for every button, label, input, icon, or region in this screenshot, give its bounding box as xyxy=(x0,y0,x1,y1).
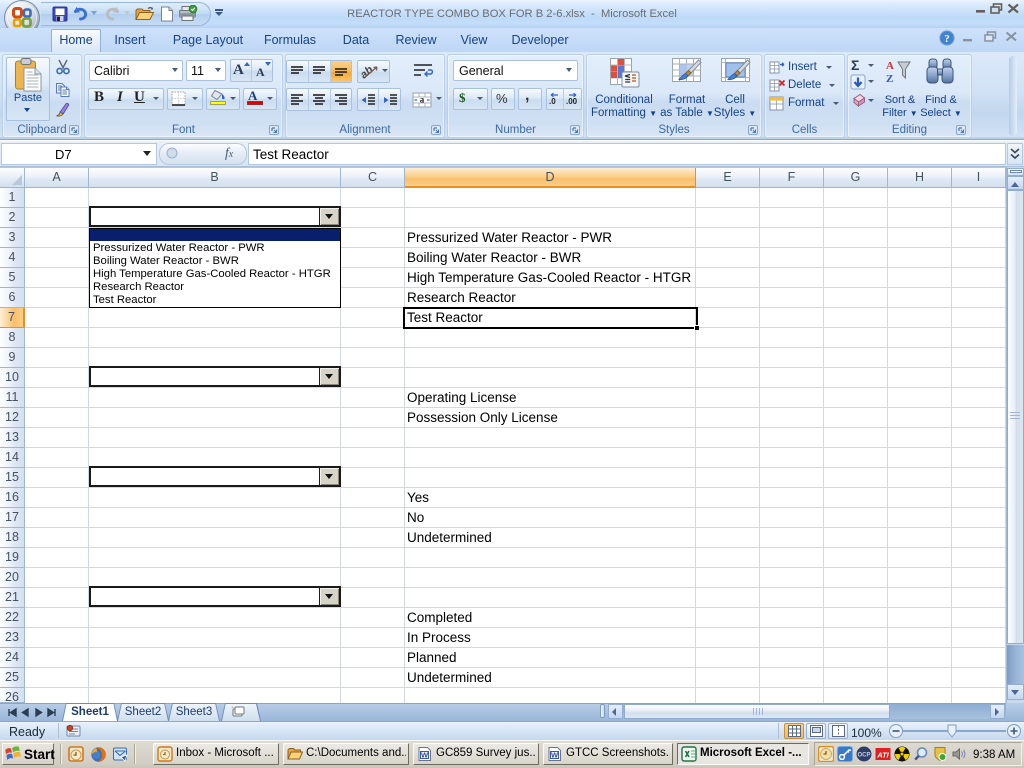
svg-text:.0: .0 xyxy=(549,97,556,106)
svg-text:A: A xyxy=(886,60,894,72)
svg-text:a: a xyxy=(420,95,425,105)
svg-text:Z: Z xyxy=(886,73,893,85)
svg-text:W: W xyxy=(421,751,429,760)
svg-text:OCP: OCP xyxy=(857,753,870,759)
svg-text:ab: ab xyxy=(361,64,376,79)
svg-text:ATI: ATI xyxy=(876,751,889,760)
svg-text:?: ? xyxy=(944,33,950,45)
svg-text:W: W xyxy=(551,751,559,760)
